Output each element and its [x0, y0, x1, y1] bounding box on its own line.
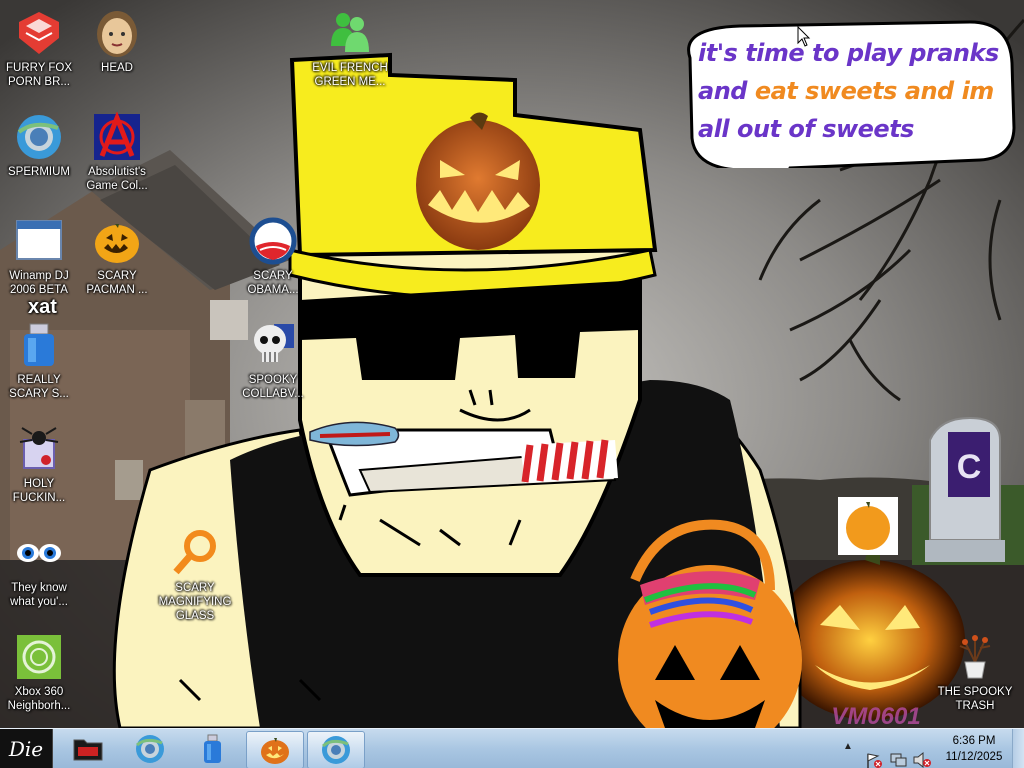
icon-label: SCARY PACMAN ...: [86, 270, 148, 296]
taskbar-button-browser-2[interactable]: [307, 731, 365, 768]
svg-text:C: C: [957, 448, 982, 486]
speech-line-2a: and: [698, 77, 755, 105]
mouse-cursor-icon: [797, 26, 811, 47]
network-icon[interactable]: [888, 740, 908, 768]
xbox-icon: [17, 635, 61, 679]
taskbar-button-usb[interactable]: [184, 731, 240, 767]
magnifying-glass-icon: [173, 530, 216, 575]
icon-label: They know what you'...: [10, 582, 68, 608]
icon-label: THE SPOOKY TRASH: [937, 686, 1013, 712]
desktop-icon-scary-magnifying[interactable]: SCARY MAGNIFYING GLASS: [156, 528, 234, 623]
desktop-icon-evil-french[interactable]: EVIL FRENCH GREEN ME...: [311, 8, 389, 89]
desktop-icon-spermium[interactable]: SPERMIUM: [0, 112, 78, 179]
chrome-like-globe-icon: [136, 735, 164, 763]
icon-label: Winamp DJ 2006 BETA: [9, 270, 69, 296]
speech-line-2b: eat sweets and im: [754, 77, 994, 105]
clock-date: 11/12/2025: [945, 751, 1003, 763]
obama-logo-icon: [249, 217, 297, 265]
skull-icon: [254, 324, 294, 362]
window-icon: [16, 220, 62, 260]
tray-expand-chevron-icon[interactable]: ▲: [843, 741, 853, 768]
desktop-icon-spooky-collab[interactable]: SPOOKY COLLABV...: [234, 320, 312, 401]
speech-line-1: it's time to play pranks: [698, 39, 999, 67]
speech-bubble-text: it's time to play pranks and eat sweets …: [698, 34, 1018, 148]
anarchy-a-icon: [94, 112, 140, 160]
icon-label: SCARY OBAMA...: [247, 270, 299, 296]
red-diamond-logo-icon: [19, 12, 59, 54]
chrome-like-globe-icon: [322, 736, 350, 764]
trash-plant-icon: [959, 635, 991, 679]
action-center-flag-icon[interactable]: [864, 741, 884, 768]
eyes-icon: [17, 544, 61, 562]
taskbar: Die ▲ 6:36 PM 11/12/2025: [0, 728, 1024, 768]
desktop-icon-scary-pacman[interactable]: SCARY PACMAN ...: [78, 216, 156, 297]
icon-label: SPOOKY COLLABV...: [242, 374, 304, 400]
icon-label: HOLY FUCKIN...: [12, 478, 66, 504]
desktop-icon-spooky-trash[interactable]: THE SPOOKY TRASH: [936, 632, 1014, 713]
spider-package-icon: [19, 427, 59, 469]
speech-line-3: all out of sweets: [698, 115, 914, 143]
usb-drive-icon: [204, 734, 221, 763]
icon-label: Xbox 360 Neighborh...: [7, 686, 71, 712]
xat-badge: xat: [28, 296, 57, 318]
icon-label: SCARY MAGNIFYING GLASS: [158, 582, 232, 622]
icon-label: Absolutist's Game Col...: [86, 166, 148, 192]
desktop-icon-scary-obama[interactable]: SCARY OBAMA...: [234, 216, 312, 297]
pumpkin-pacman-icon: [95, 224, 139, 263]
clock-time: 6:36 PM: [952, 735, 996, 747]
start-button[interactable]: Die: [0, 729, 53, 768]
face-icon: [97, 11, 137, 57]
desktop-icon-holy[interactable]: HOLY FUCKIN...: [0, 424, 78, 505]
icon-label: HEAD: [101, 62, 133, 74]
usb-drive-icon: [24, 323, 54, 366]
taskbar-button-pumpkin[interactable]: [246, 731, 304, 768]
desktop-icon-they-know[interactable]: They know what you'...: [0, 528, 78, 609]
desktop-icon-head[interactable]: HEAD: [78, 8, 156, 75]
dark-folder-icon: [73, 739, 103, 761]
taskbar-button-folder[interactable]: [60, 731, 116, 767]
desktop: C VM0601 it's time to play pranks and ea…: [0, 0, 1024, 728]
desktop-icon-xbox[interactable]: Xbox 360 Neighborh...: [0, 632, 78, 713]
tray-clock[interactable]: 6:36 PM 11/12/2025: [938, 733, 1010, 765]
icon-label: EVIL FRENCH GREEN ME...: [312, 62, 388, 88]
icon-label: FURRY FOX PORN BR...: [5, 62, 73, 88]
green-people-icon: [331, 13, 369, 52]
desktop-icon-absolutist[interactable]: Absolutist's Game Col...: [78, 112, 156, 193]
pumpkin-icon: [261, 738, 289, 764]
speech-line-2: and eat sweets and im: [698, 72, 1018, 110]
desktop-icon-really-scary[interactable]: xat REALLY SCARY S...: [0, 297, 78, 401]
icon-label: REALLY SCARY S...: [9, 374, 69, 400]
desktop-icon-furry-fox[interactable]: FURRY FOX PORN BR...: [0, 8, 78, 89]
taskbar-button-browser[interactable]: [122, 731, 178, 767]
icon-label: SPERMIUM: [8, 166, 70, 178]
chrome-like-globe-icon: [17, 115, 61, 159]
watermark: VM0601: [831, 703, 920, 728]
volume-muted-icon[interactable]: [912, 740, 932, 768]
desktop-icon-winamp[interactable]: Winamp DJ 2006 BETA: [0, 216, 78, 297]
show-desktop-button[interactable]: [1012, 729, 1024, 768]
